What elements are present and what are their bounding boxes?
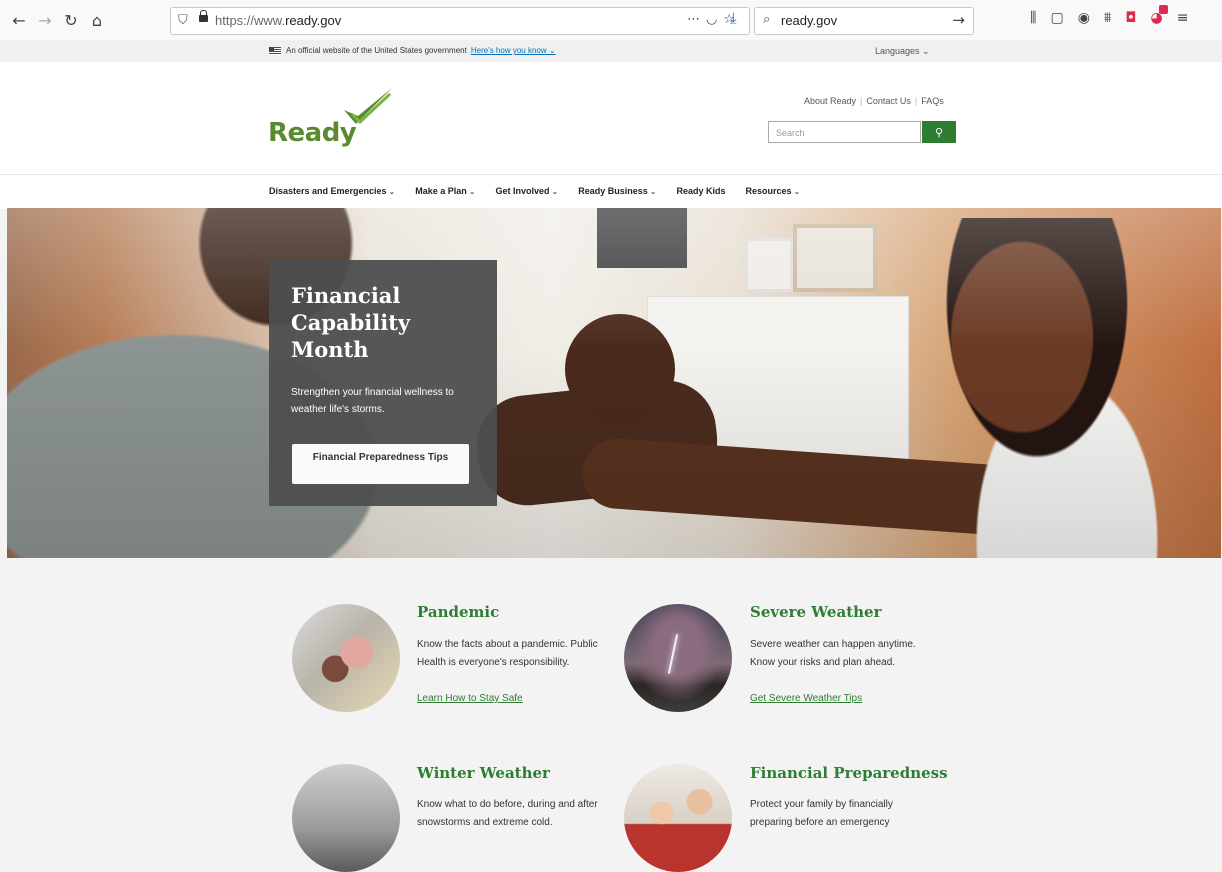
chevron-down-icon: ⌄	[388, 187, 396, 196]
severe-weather-image[interactable]	[624, 604, 732, 712]
get-severe-weather-tips-link[interactable]: Get Severe Weather Tips	[750, 693, 862, 704]
addon-badge	[1158, 5, 1168, 14]
nav-make-a-plan[interactable]: Make a Plan ⌄	[415, 186, 475, 196]
addon-icon[interactable]: ◕	[1150, 5, 1168, 26]
nav-ready-business[interactable]: Ready Business ⌄	[578, 186, 656, 196]
site-header: Ready About Ready | Contact Us | FAQs Search…	[0, 62, 1222, 174]
search-icon: ⌕	[763, 12, 771, 27]
utility-links: About Ready | Contact Us | FAQs	[804, 96, 944, 106]
ready-logo[interactable]: Ready	[268, 118, 357, 148]
home-icon[interactable]: ⌂	[86, 9, 108, 31]
site-search-input[interactable]: Search	[768, 121, 921, 143]
gov-banner-text: An official website of the United States…	[286, 46, 556, 55]
reload-icon[interactable]: ↻	[60, 9, 82, 31]
languages-dropdown[interactable]: Languages ⌄	[875, 46, 930, 57]
main-nav: Disasters and Emergencies ⌄ Make a Plan ⌄ …	[0, 174, 1222, 209]
pocket-icon[interactable]: ◡	[706, 12, 723, 27]
sidebar-icon[interactable]: ▢	[1050, 10, 1063, 26]
forward-icon[interactable]: →	[34, 9, 56, 31]
hero-image	[7, 208, 1221, 558]
nav-resources[interactable]: Resources ⌄	[745, 186, 800, 196]
severe-weather-text: Severe weather can happen anytime. Know …	[750, 639, 916, 668]
download-icon[interactable]: ⤓	[730, 9, 737, 27]
browser-toolbar: ← → ↻ ⌂ ⛉ https://www.ready.gov ⋯◡☆ ⤓ ⌕ …	[0, 0, 1222, 41]
chevron-down-icon: ⌄	[551, 187, 559, 196]
hero-overlay	[7, 208, 1221, 558]
pandemic-text: Know the facts about a pandemic. Public …	[417, 639, 598, 668]
toolbar-right-icons: ⫼ ▢ ◉ ⩩ ◘ ◕ ≡	[1030, 5, 1189, 26]
winter-weather-image[interactable]	[292, 764, 400, 872]
faqs-link[interactable]: FAQs	[921, 96, 944, 106]
about-ready-link[interactable]: About Ready	[804, 96, 856, 106]
hero-title: Financial Capability Month	[291, 283, 411, 362]
nav-disasters-and-emergencies[interactable]: Disasters and Emergencies ⌄	[269, 186, 395, 196]
financial-preparedness-tips-button[interactable]: Financial Preparedness Tips	[292, 444, 469, 484]
pandemic-title[interactable]: Pandemic	[417, 603, 499, 621]
site-search-button[interactable]: ⚲	[922, 121, 956, 143]
financial-preparedness-title[interactable]: Financial Preparedness	[750, 764, 948, 782]
lock-icon[interactable]	[199, 10, 208, 22]
gov-banner: An official website of the United States…	[0, 40, 1222, 63]
financial-preparedness-text: Protect your family by financially prepa…	[750, 799, 893, 828]
browser-search-input[interactable]: ready.gov	[781, 13, 837, 28]
nav-ready-kids[interactable]: Ready Kids	[676, 186, 725, 196]
menu-icon[interactable]: ≡	[1177, 10, 1189, 26]
learn-how-to-stay-safe-link[interactable]: Learn How to Stay Safe	[417, 693, 523, 704]
severe-weather-title[interactable]: Severe Weather	[750, 603, 881, 621]
go-arrow-icon[interactable]: →	[952, 11, 965, 29]
screenshot-icon[interactable]: ◘	[1125, 10, 1136, 26]
extension-icon[interactable]: ⩩	[1104, 10, 1111, 26]
chevron-down-icon: ⌄	[649, 187, 657, 196]
winter-weather-text: Know what to do before, during and after…	[417, 799, 598, 828]
hero-text: Strengthen your financial wellness to we…	[291, 387, 454, 415]
heres-how-you-know-link[interactable]: Here's how you know ⌄	[471, 46, 556, 55]
back-icon[interactable]: ←	[8, 9, 30, 31]
us-flag-icon	[269, 47, 281, 55]
url-text[interactable]: https://www.ready.gov	[215, 13, 341, 28]
hero-promo-box: Financial Capability Month Strengthen yo…	[269, 260, 497, 506]
contact-us-link[interactable]: Contact Us	[866, 96, 911, 106]
search-icon: ⚲	[934, 125, 944, 139]
nav-get-involved[interactable]: Get Involved ⌄	[496, 186, 559, 196]
shield-icon[interactable]: ⛉	[178, 12, 188, 28]
chevron-down-icon: ⌄	[468, 187, 476, 196]
pandemic-image[interactable]	[292, 604, 400, 712]
address-bar[interactable]: ⛉ https://www.ready.gov ⋯◡☆	[170, 7, 750, 35]
account-icon[interactable]: ◉	[1078, 10, 1090, 26]
more-icon[interactable]: ⋯	[687, 12, 706, 27]
winter-weather-title[interactable]: Winter Weather	[417, 764, 550, 782]
financial-preparedness-image[interactable]	[624, 764, 732, 872]
library-icon[interactable]: ⫼	[1030, 10, 1036, 26]
browser-search-bar[interactable]: ⌕ ready.gov →	[754, 7, 974, 35]
chevron-down-icon: ⌄	[793, 187, 801, 196]
